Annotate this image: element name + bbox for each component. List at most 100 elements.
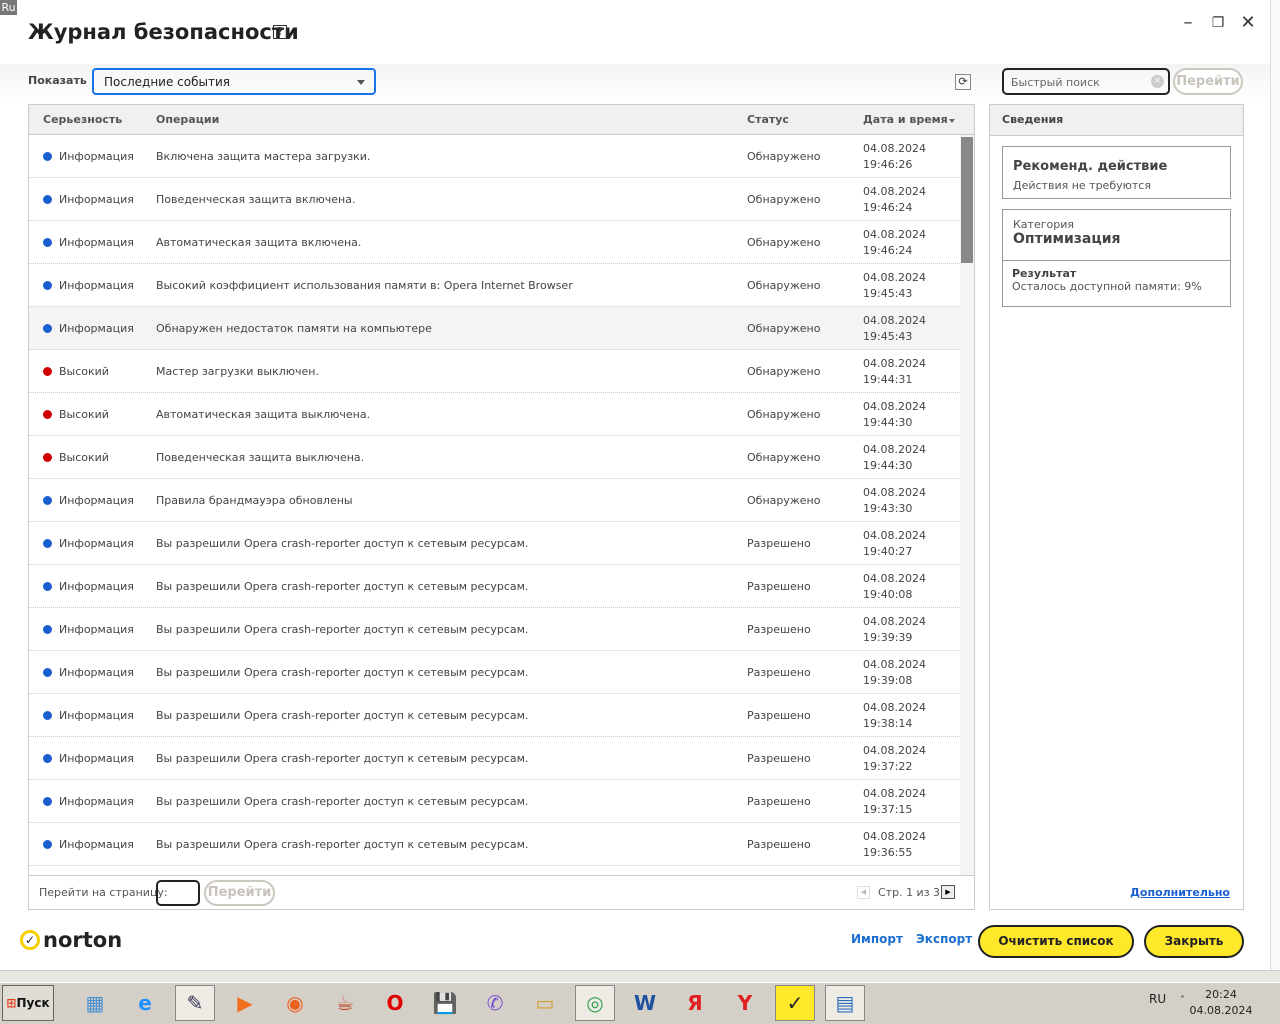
close-button[interactable]: Закрыть xyxy=(1144,925,1244,958)
scrollbar[interactable] xyxy=(960,135,974,875)
filter-select[interactable]: Последние события xyxy=(92,68,376,95)
clear-list-button[interactable]: Очистить список xyxy=(978,925,1134,958)
table-row[interactable]: Информация Вы разрешили Opera crash-repo… xyxy=(29,522,960,565)
header-datetime[interactable]: Дата и время xyxy=(863,113,948,126)
quick-search-input[interactable]: Быстрый поиск × xyxy=(1002,68,1170,95)
status: Разрешено xyxy=(747,666,811,679)
prev-page-icon[interactable]: ◀ xyxy=(857,886,870,899)
page-info: Стр. 1 из 3 xyxy=(878,886,941,899)
table-row[interactable]: Информация Включена защита мастера загру… xyxy=(29,135,960,178)
firefox-icon[interactable]: ◉ xyxy=(275,985,315,1021)
refresh-icon[interactable]: ⟳ xyxy=(955,74,971,90)
operation: Поведенческая защита выключена. xyxy=(156,451,365,464)
operation: Вы разрешили Opera crash-reporter доступ… xyxy=(156,537,529,550)
table-row[interactable]: Информация Вы разрешили Opera crash-repo… xyxy=(29,780,960,823)
more-link[interactable]: Дополнительно xyxy=(1130,886,1230,899)
operation: Вы разрешили Opera crash-reporter доступ… xyxy=(156,623,529,636)
page-title: Журнал безопасности xyxy=(28,20,299,44)
export-link[interactable]: Экспорт xyxy=(916,932,972,946)
table-header: Серьезность Операции Статус Дата и время xyxy=(29,105,974,135)
severity-dot-icon xyxy=(43,496,52,505)
page-number-input[interactable] xyxy=(156,880,200,906)
table-row[interactable]: Высокий Мастер загрузки выключен. Обнару… xyxy=(29,350,960,393)
import-link[interactable]: Импорт xyxy=(851,932,903,946)
scrollbar-thumb[interactable] xyxy=(961,137,973,263)
folder-icon[interactable]: ▭ xyxy=(525,985,565,1021)
clock[interactable]: 20:24 04.08.2024 xyxy=(1188,987,1254,1019)
datetime: 04.08.2024 19:46:24 xyxy=(863,228,926,257)
operation: Вы разрешили Opera crash-reporter доступ… xyxy=(156,709,529,722)
header-status[interactable]: Статус xyxy=(747,113,789,126)
severity: Высокий xyxy=(59,365,109,378)
logo-text: norton xyxy=(43,928,123,952)
status: Обнаружено xyxy=(747,150,821,163)
norton-icon[interactable]: ✓ xyxy=(775,985,815,1021)
header-operations[interactable]: Операции xyxy=(156,113,219,126)
table-row[interactable]: Информация Поведенческая защита включена… xyxy=(29,178,960,221)
language-tag: Ru xyxy=(0,0,17,15)
chrome-icon[interactable]: ◎ xyxy=(575,985,615,1021)
yandex-browser-icon[interactable]: Y xyxy=(725,985,765,1021)
status: Обнаружено xyxy=(747,193,821,206)
language-indicator[interactable]: RU xyxy=(1149,992,1166,1006)
viber-icon[interactable]: ✆ xyxy=(475,985,515,1021)
internet-explorer-icon[interactable]: e xyxy=(125,985,165,1021)
status: Разрешено xyxy=(747,623,811,636)
table-row[interactable]: Информация Вы разрешили Opera crash-repo… xyxy=(29,565,960,608)
header-severity[interactable]: Серьезность xyxy=(43,113,122,126)
table-row[interactable]: Информация Вы разрешили Opera crash-repo… xyxy=(29,694,960,737)
table-row[interactable]: Информация Вы разрешили Opera crash-repo… xyxy=(29,823,960,866)
next-page-icon[interactable]: ▶ xyxy=(941,885,955,899)
table-row[interactable]: Информация Автоматическая защита включен… xyxy=(29,221,960,264)
operation: Вы разрешили Opera crash-reporter доступ… xyxy=(156,752,529,765)
operation: Поведенческая защита включена. xyxy=(156,193,356,206)
table-row[interactable]: Информация Вы разрешили Opera crash-repo… xyxy=(29,608,960,651)
word-icon[interactable]: W xyxy=(625,985,665,1021)
table-row[interactable]: Информация Обнаружен недостаток памяти н… xyxy=(29,307,960,350)
media-player-icon[interactable]: ▶ xyxy=(225,985,265,1021)
operation: Вы разрешили Opera crash-reporter доступ… xyxy=(156,666,529,679)
tray-expand-icon[interactable]: ˄ xyxy=(1180,995,1185,1006)
restore-button[interactable]: ❐ xyxy=(1206,15,1230,31)
status: Обнаружено xyxy=(747,451,821,464)
table-row[interactable]: Высокий Поведенческая защита выключена. … xyxy=(29,436,960,479)
status: Обнаружено xyxy=(747,494,821,507)
operation: Автоматическая защита выключена. xyxy=(156,408,371,421)
search-go-button[interactable]: Перейти xyxy=(1173,68,1243,95)
start-button[interactable]: ⊞Пуск xyxy=(2,985,54,1021)
sort-desc-icon[interactable] xyxy=(949,119,955,126)
datetime: 04.08.2024 19:40:08 xyxy=(863,572,926,601)
datetime: 04.08.2024 19:36:55 xyxy=(863,830,926,859)
opera-icon[interactable]: O xyxy=(375,985,415,1021)
minimize-button[interactable]: – xyxy=(1176,12,1200,33)
control-panel-icon[interactable]: ▤ xyxy=(825,985,865,1021)
table-row[interactable]: Высокий Автоматическая защита выключена.… xyxy=(29,393,960,436)
help-icon[interactable]: ? xyxy=(273,25,287,39)
yandex-icon[interactable]: Я xyxy=(675,985,715,1021)
calculator-icon[interactable]: ▦ xyxy=(75,985,115,1021)
goto-page-button[interactable]: Перейти xyxy=(204,880,275,906)
datetime: 04.08.2024 19:40:27 xyxy=(863,529,926,558)
operation: Обнаружен недостаток памяти на компьютер… xyxy=(156,322,432,335)
table-row[interactable]: Информация Правила брандмауэра обновлены… xyxy=(29,479,960,522)
paint-icon[interactable]: ✎ xyxy=(175,985,215,1021)
severity: Информация xyxy=(59,322,134,335)
severity: Информация xyxy=(59,752,134,765)
severity-dot-icon xyxy=(43,152,52,161)
result-text: Осталось доступной памяти: 9% xyxy=(1012,280,1202,293)
operation: Мастер загрузки выключен. xyxy=(156,365,319,378)
operation: Автоматическая защита включена. xyxy=(156,236,362,249)
java-icon[interactable]: ☕ xyxy=(325,985,365,1021)
clear-icon[interactable]: × xyxy=(1151,75,1164,88)
datetime: 04.08.2024 19:45:43 xyxy=(863,314,926,343)
severity: Высокий xyxy=(59,408,109,421)
table-row[interactable]: Информация Вы разрешили Opera crash-repo… xyxy=(29,737,960,780)
table-row[interactable]: Информация Вы разрешили Opera crash-repo… xyxy=(29,651,960,694)
goto-page-label: Перейти на страницу: xyxy=(39,886,168,899)
save-icon[interactable]: 💾 xyxy=(425,985,465,1021)
severity-dot-icon xyxy=(43,195,52,204)
severity: Информация xyxy=(59,666,134,679)
table-row[interactable]: Информация Высокий коэффициент использов… xyxy=(29,264,960,307)
pagination-bar: Перейти на страницу: Перейти ◀ Стр. 1 из… xyxy=(29,875,974,909)
close-window-button[interactable]: ✕ xyxy=(1236,12,1260,33)
